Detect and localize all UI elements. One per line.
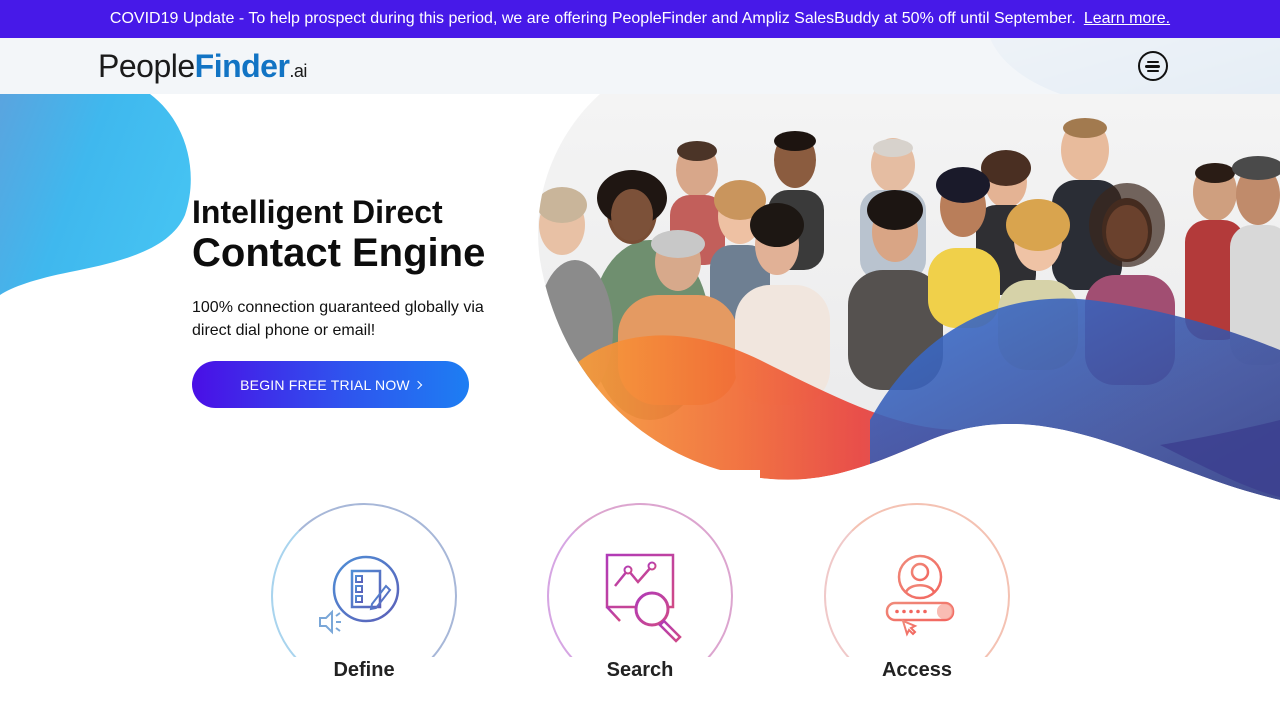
learn-more-link[interactable]: Learn more. — [1084, 10, 1170, 28]
hero-section: Intelligent Direct Contact Engine 100% c… — [192, 194, 522, 342]
begin-free-trial-button[interactable]: BEGIN FREE TRIAL NOW — [192, 361, 469, 408]
logo-text-people: People — [98, 48, 195, 84]
checklist-icon — [319, 555, 400, 635]
cta-label: BEGIN FREE TRIAL NOW — [240, 376, 410, 393]
promo-banner: COVID19 Update - To help prospect during… — [0, 0, 1280, 38]
hero-title-line1: Intelligent Direct — [192, 194, 443, 230]
promo-text: COVID19 Update - To help prospect during… — [109, 10, 1076, 27]
hero-title-line2: Contact Engine — [192, 231, 486, 275]
peoplefinder-logo[interactable]: PeopleFinder.ai — [98, 46, 307, 91]
logo-text-finder: Finder — [194, 48, 290, 84]
feature-define[interactable]: Define — [267, 503, 463, 717]
user-access-icon — [885, 554, 955, 637]
chart-search-icon — [605, 553, 682, 643]
feature-label: Search — [606, 659, 674, 681]
logo-text-tld: .ai — [289, 61, 307, 81]
hamburger-menu-icon[interactable] — [1138, 51, 1168, 81]
feature-access[interactable]: Access — [820, 503, 1016, 717]
site-header: PeopleFinder.ai — [0, 38, 1280, 94]
chevron-right-icon — [413, 380, 423, 390]
feature-search[interactable]: Search — [543, 503, 739, 717]
feature-label: Define — [333, 659, 395, 681]
hero-subtitle: 100% connection guaranteed globally via … — [192, 299, 484, 339]
feature-label: Access — [881, 659, 953, 681]
